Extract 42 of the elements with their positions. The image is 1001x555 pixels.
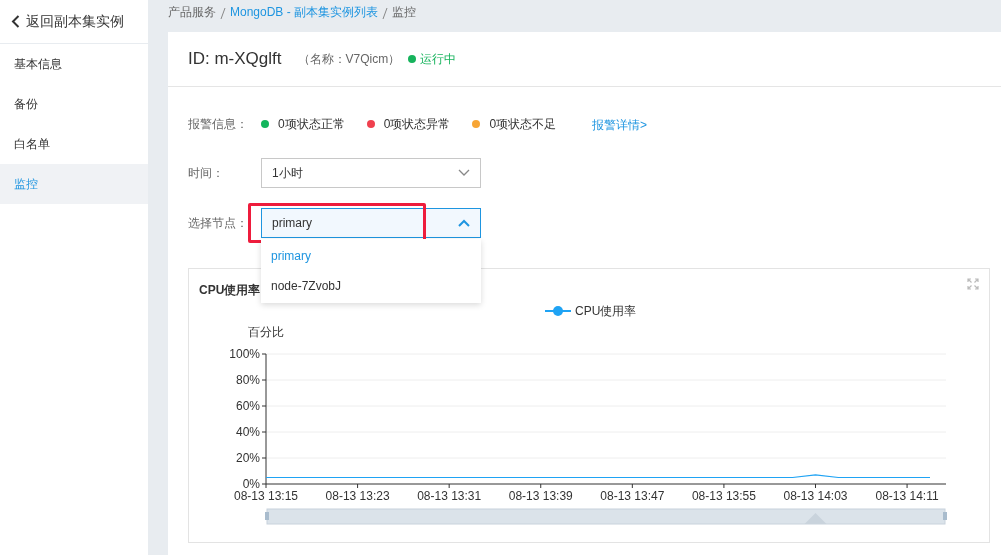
legend-marker-icon	[544, 306, 572, 316]
tick-label: 08-13 13:39	[508, 489, 573, 503]
tick-label: 08-13 13:31	[417, 489, 482, 503]
sidebar-item[interactable]: 基本信息	[0, 44, 148, 84]
tick-label: 20%	[235, 451, 260, 465]
tick-label: 08-13 14:11	[875, 489, 939, 503]
tick-label: 100%	[229, 347, 260, 361]
fullscreen-icon[interactable]	[967, 278, 979, 290]
breadcrumb-separator-icon	[220, 7, 226, 19]
chevron-up-icon	[458, 219, 470, 227]
time-select[interactable]: 1小时	[261, 158, 481, 188]
field-label: 选择节点：	[188, 214, 249, 232]
alert-count: 0项状态正常	[278, 115, 345, 133]
back-link[interactable]: 返回副本集实例	[0, 0, 148, 44]
chart-title: CPU使用率	[199, 282, 261, 299]
dropdown-option[interactable]: node-7ZvobJ	[261, 271, 481, 301]
field-label: 报警信息：	[188, 115, 249, 133]
alert-count: 0项状态不足	[489, 115, 557, 133]
tick-label: 08-13 13:23	[325, 489, 390, 503]
instance-id: ID: m-XQglft	[188, 49, 282, 69]
tick-label: 0%	[242, 477, 260, 491]
tick-label: 80%	[235, 373, 260, 387]
node-select[interactable]: primary	[261, 208, 481, 238]
status-label: 运行中	[420, 50, 457, 68]
tick-label: 08-13 13:15	[233, 489, 299, 503]
axis-title: 百分比	[248, 325, 284, 339]
tick-label: 08-13 14:03	[783, 489, 848, 503]
sidebar-item[interactable]: 白名单	[0, 124, 148, 164]
tick-label: 60%	[235, 399, 260, 413]
field-label: 时间：	[188, 164, 225, 182]
breadcrumb-item: 产品服务	[168, 4, 216, 21]
tick-label: 08-13 13:55	[691, 489, 756, 503]
instance-name: （名称：V7Qicm）	[297, 50, 401, 68]
tick-label: 40%	[235, 425, 260, 439]
chevron-down-icon	[458, 169, 470, 177]
zoom-slider[interactable]	[265, 508, 947, 525]
alert-count: 0项状态异常	[383, 115, 451, 133]
legend-label: CPU使用率	[575, 304, 637, 318]
breadcrumb-separator-icon	[382, 7, 389, 19]
tick-label: 08-13 13:47	[600, 489, 665, 503]
sidebar-item[interactable]: 备份	[0, 84, 148, 124]
breadcrumb-item: 监控	[392, 4, 417, 21]
